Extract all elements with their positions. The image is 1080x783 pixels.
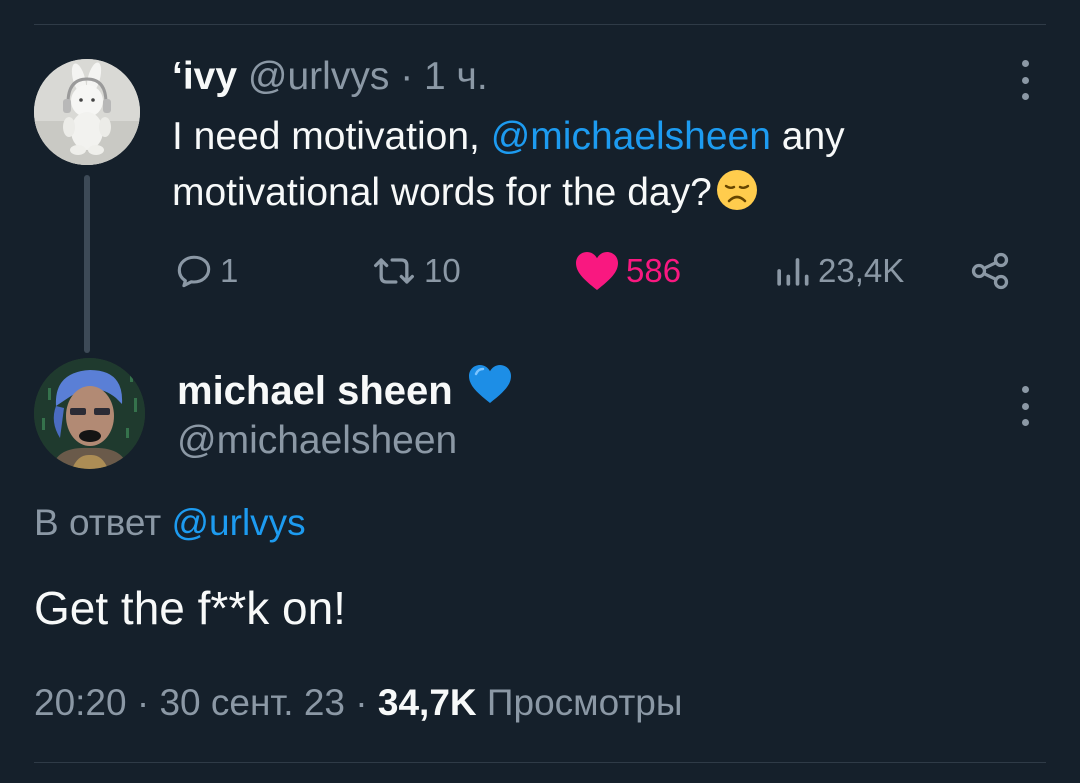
parent-action-bar: 1 10 586 23,4K [172,246,1018,296]
meta-separator: · [136,682,150,723]
blue-heart-icon [465,362,515,419]
analytics-icon [777,258,809,286]
ivy-avatar[interactable] [34,59,140,165]
views-count: 23,4K [818,252,905,289]
share-button[interactable] [968,246,1012,296]
like-button[interactable]: 586 [572,246,681,296]
parent-text-start: I need motivation, [172,115,480,158]
like-count: 586 [626,252,682,289]
parent-display-name[interactable]: ‘ivy [172,55,237,98]
reply-button[interactable]: 1 [172,246,238,296]
reply-more-options-icon[interactable] [1017,386,1033,426]
parent-more-options-icon[interactable] [1017,60,1033,100]
tweet-date[interactable]: 30 сент. 23 [159,682,345,723]
tweet-time[interactable]: 20:20 [34,682,127,723]
reply-author-name-row: michael sheen [177,362,515,419]
mention-link[interactable]: @michaelsheen [491,115,771,158]
parent-tweet-header: ‘ivy @urlvys · 1 ч. [172,52,488,102]
disappointed-face-emoji-icon [716,169,758,227]
tweet-views-label: Просмотры [486,682,683,723]
reply-author-handle[interactable]: @michaelsheen [177,415,457,467]
parent-handle[interactable]: @urlvys [248,55,389,98]
reply-icon [177,255,211,288]
top-divider [34,24,1046,25]
tweet-views-count[interactable]: 34,7K [378,682,477,723]
views-button[interactable]: 23,4K [770,246,904,296]
reply-tweet-text: Get the f**k on! [34,582,346,634]
tweet-metadata: 20:20 · 30 сент. 23 · 34,7K Просмотры [34,676,682,730]
replying-to-label: В ответ [34,502,162,543]
michael-sheen-avatar[interactable] [34,358,145,469]
repost-button[interactable]: 10 [368,246,461,296]
heart-icon [576,252,618,290]
meta-separator: · [355,682,368,723]
tweet-thread-page: ‘ivy @urlvys · 1 ч. I need motivation, @… [0,0,1080,783]
header-separator: · [400,55,414,98]
parent-tweet-text: I need motivation, @michaelsheen any mot… [172,109,992,227]
replying-to-line: В ответ @urlvys [34,498,306,548]
replying-to-handle[interactable]: @urlvys [172,502,306,543]
reply-count: 1 [220,252,239,289]
bottom-divider [34,762,1046,763]
thread-connector-line [84,175,90,353]
repost-count: 10 [424,252,461,289]
repost-icon [374,258,414,284]
share-icon [971,252,1009,290]
reply-display-name[interactable]: michael sheen [177,365,453,417]
parent-timestamp[interactable]: 1 ч. [424,55,488,98]
